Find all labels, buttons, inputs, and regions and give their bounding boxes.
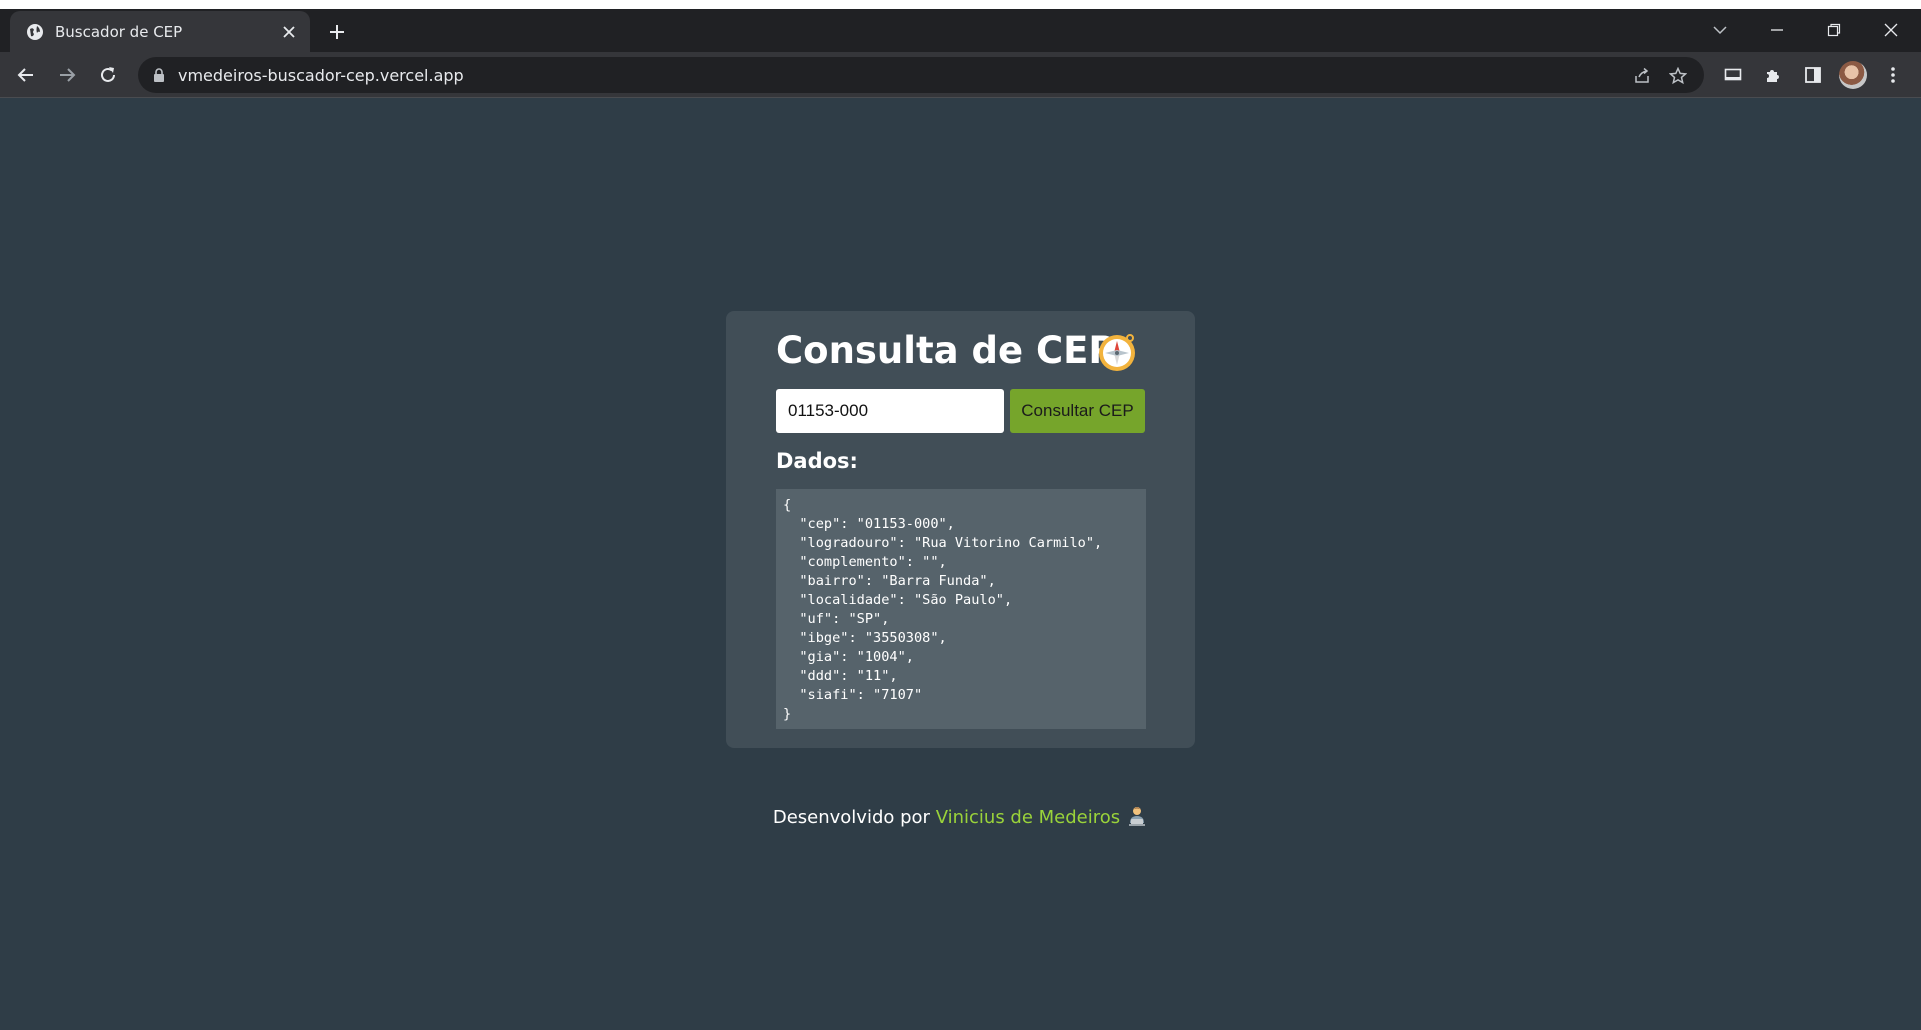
back-icon[interactable]: [10, 59, 42, 91]
dados-heading: Dados:: [776, 449, 858, 473]
json-line: }: [783, 706, 792, 722]
tab-active[interactable]: Buscador de CEP: [10, 11, 310, 52]
consult-cep-button[interactable]: Consultar CEP: [1010, 389, 1145, 433]
url-text: vmedeiros-buscador-cep.vercel.app: [178, 66, 464, 85]
footer-prefix: Desenvolvido por: [772, 807, 936, 828]
address-bar[interactable]: vmedeiros-buscador-cep.vercel.app: [138, 57, 1704, 93]
author-link[interactable]: Vinicius de Medeiros: [936, 807, 1120, 828]
plus-icon[interactable]: [324, 19, 350, 45]
cep-card: Consulta de CEP Consultar CEP Dados: { "…: [726, 311, 1195, 748]
json-line: {: [783, 497, 792, 513]
close-icon[interactable]: [278, 21, 300, 43]
cep-input[interactable]: [776, 389, 1004, 433]
chevron-down-icon[interactable]: [1705, 15, 1735, 45]
json-line: "uf": "SP",: [783, 611, 890, 627]
footer: Desenvolvido por Vinicius de Medeiros: [0, 805, 1921, 828]
page-title: Consulta de CEP: [776, 329, 1116, 372]
json-line: "localidade": "São Paulo",: [783, 592, 1013, 608]
json-line: "bairro": "Barra Funda",: [783, 573, 996, 589]
restore-icon[interactable]: [1819, 15, 1849, 45]
json-line: "logradouro": "Rua Vitorino Carmilo",: [783, 535, 1103, 551]
json-line: "complemento": "",: [783, 554, 947, 570]
star-icon[interactable]: [1665, 63, 1691, 89]
close-window-icon[interactable]: [1876, 15, 1906, 45]
page-content: Consulta de CEP Consultar CEP Dados: { "…: [0, 98, 1921, 1030]
reload-icon[interactable]: [92, 59, 124, 91]
forward-icon[interactable]: [51, 59, 83, 91]
puzzle-icon[interactable]: [1759, 61, 1787, 89]
lock-icon[interactable]: [152, 67, 166, 83]
screen-top-strip: [0, 0, 1921, 9]
json-line: "ddd": "11",: [783, 668, 898, 684]
json-line: "ibge": "3550308",: [783, 630, 947, 646]
browser-window: Buscador de CEP vmedeiros-buscador-cep.v…: [0, 9, 1921, 1030]
kebab-menu-icon[interactable]: [1879, 61, 1907, 89]
compass-icon: [1096, 331, 1138, 373]
json-line: "cep": "01153-000",: [783, 516, 955, 532]
json-line: "gia": "1004",: [783, 649, 914, 665]
tab-bar: Buscador de CEP: [0, 9, 1921, 52]
profile-avatar[interactable]: [1839, 61, 1867, 89]
json-result: { "cep": "01153-000", "logradouro": "Rua…: [776, 489, 1146, 729]
json-line: "siafi": "7107": [783, 687, 923, 703]
sidepanel-icon[interactable]: [1799, 61, 1827, 89]
minimize-icon[interactable]: [1762, 15, 1792, 45]
share-icon[interactable]: [1629, 63, 1655, 89]
globe-icon: [26, 23, 44, 41]
technologist-icon: [1126, 805, 1148, 827]
tab-title: Buscador de CEP: [55, 23, 183, 41]
cast-icon[interactable]: [1719, 61, 1747, 89]
browser-toolbar: vmedeiros-buscador-cep.vercel.app: [0, 52, 1921, 98]
